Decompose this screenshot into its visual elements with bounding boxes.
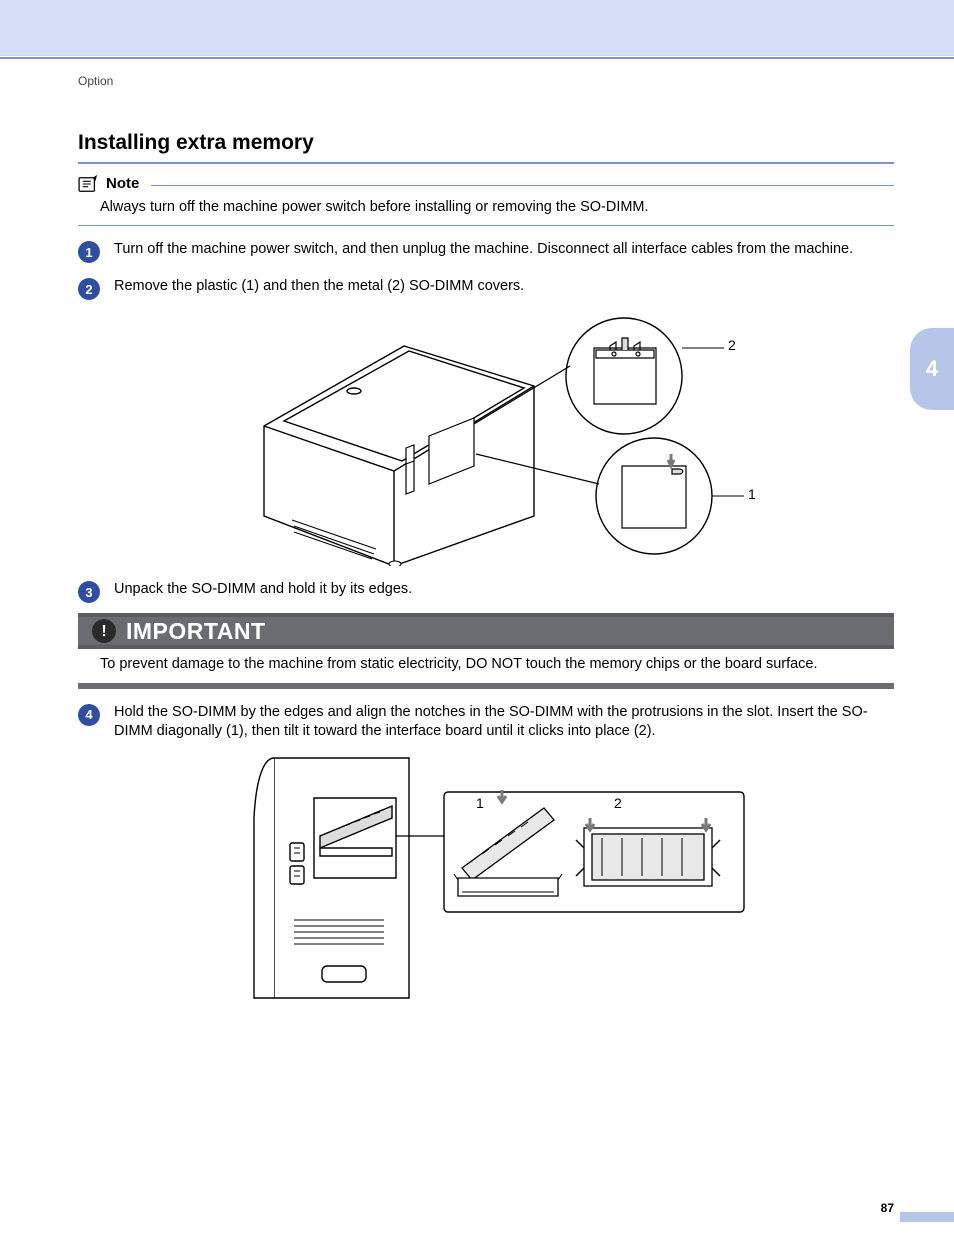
- step-2: 2 Remove the plastic (1) and then the me…: [78, 277, 894, 300]
- figure1-callout-1: 1: [748, 485, 756, 504]
- step-3: 3 Unpack the SO-DIMM and hold it by its …: [78, 580, 894, 603]
- note-bottom-rule: [78, 225, 894, 226]
- note-text: Always turn off the machine power switch…: [100, 198, 894, 218]
- step-text-1: Turn off the machine power switch, and t…: [114, 240, 894, 263]
- note-label: Note: [106, 174, 139, 194]
- exclamation-icon: !: [92, 619, 116, 643]
- step-number-2: 2: [78, 278, 100, 300]
- page-number-strip: [900, 1212, 954, 1222]
- note-head: Note: [78, 174, 894, 194]
- section-title: Installing extra memory: [78, 129, 894, 157]
- chapter-tab: 4: [910, 328, 954, 410]
- step-text-2: Remove the plastic (1) and then the meta…: [114, 277, 894, 300]
- figure2-callout-2: 2: [614, 794, 622, 813]
- step-text-4: Hold the SO-DIMM by the edges and align …: [114, 703, 894, 742]
- note-icon: [78, 175, 100, 193]
- header-bar: [0, 0, 954, 56]
- important-text: To prevent damage to the machine from st…: [100, 655, 894, 675]
- step-number-1: 1: [78, 241, 100, 263]
- step-1: 1 Turn off the machine power switch, and…: [78, 240, 894, 263]
- step-number-4: 4: [78, 704, 100, 726]
- important-banner: ! IMPORTANT: [78, 613, 894, 649]
- figure-sodimm-insert: 1 2: [244, 748, 764, 1008]
- note-block: Note Always turn off the machine power s…: [78, 174, 894, 227]
- important-bottom-rule: [78, 683, 894, 689]
- breadcrumb: Option: [78, 73, 894, 89]
- figure2-callout-1: 1: [476, 794, 484, 813]
- page-body: Option 4 Installing extra memory Note Al…: [0, 57, 954, 1236]
- figure-printer-covers: 2 1: [224, 306, 784, 566]
- figure1-callout-2: 2: [728, 336, 736, 355]
- step-number-3: 3: [78, 581, 100, 603]
- step-4: 4 Hold the SO-DIMM by the edges and alig…: [78, 703, 894, 742]
- title-rule: [78, 162, 894, 164]
- note-rule: [151, 185, 894, 186]
- important-label: IMPORTANT: [126, 616, 266, 647]
- page-number: 87: [881, 1200, 894, 1216]
- step-text-3: Unpack the SO-DIMM and hold it by its ed…: [114, 580, 894, 603]
